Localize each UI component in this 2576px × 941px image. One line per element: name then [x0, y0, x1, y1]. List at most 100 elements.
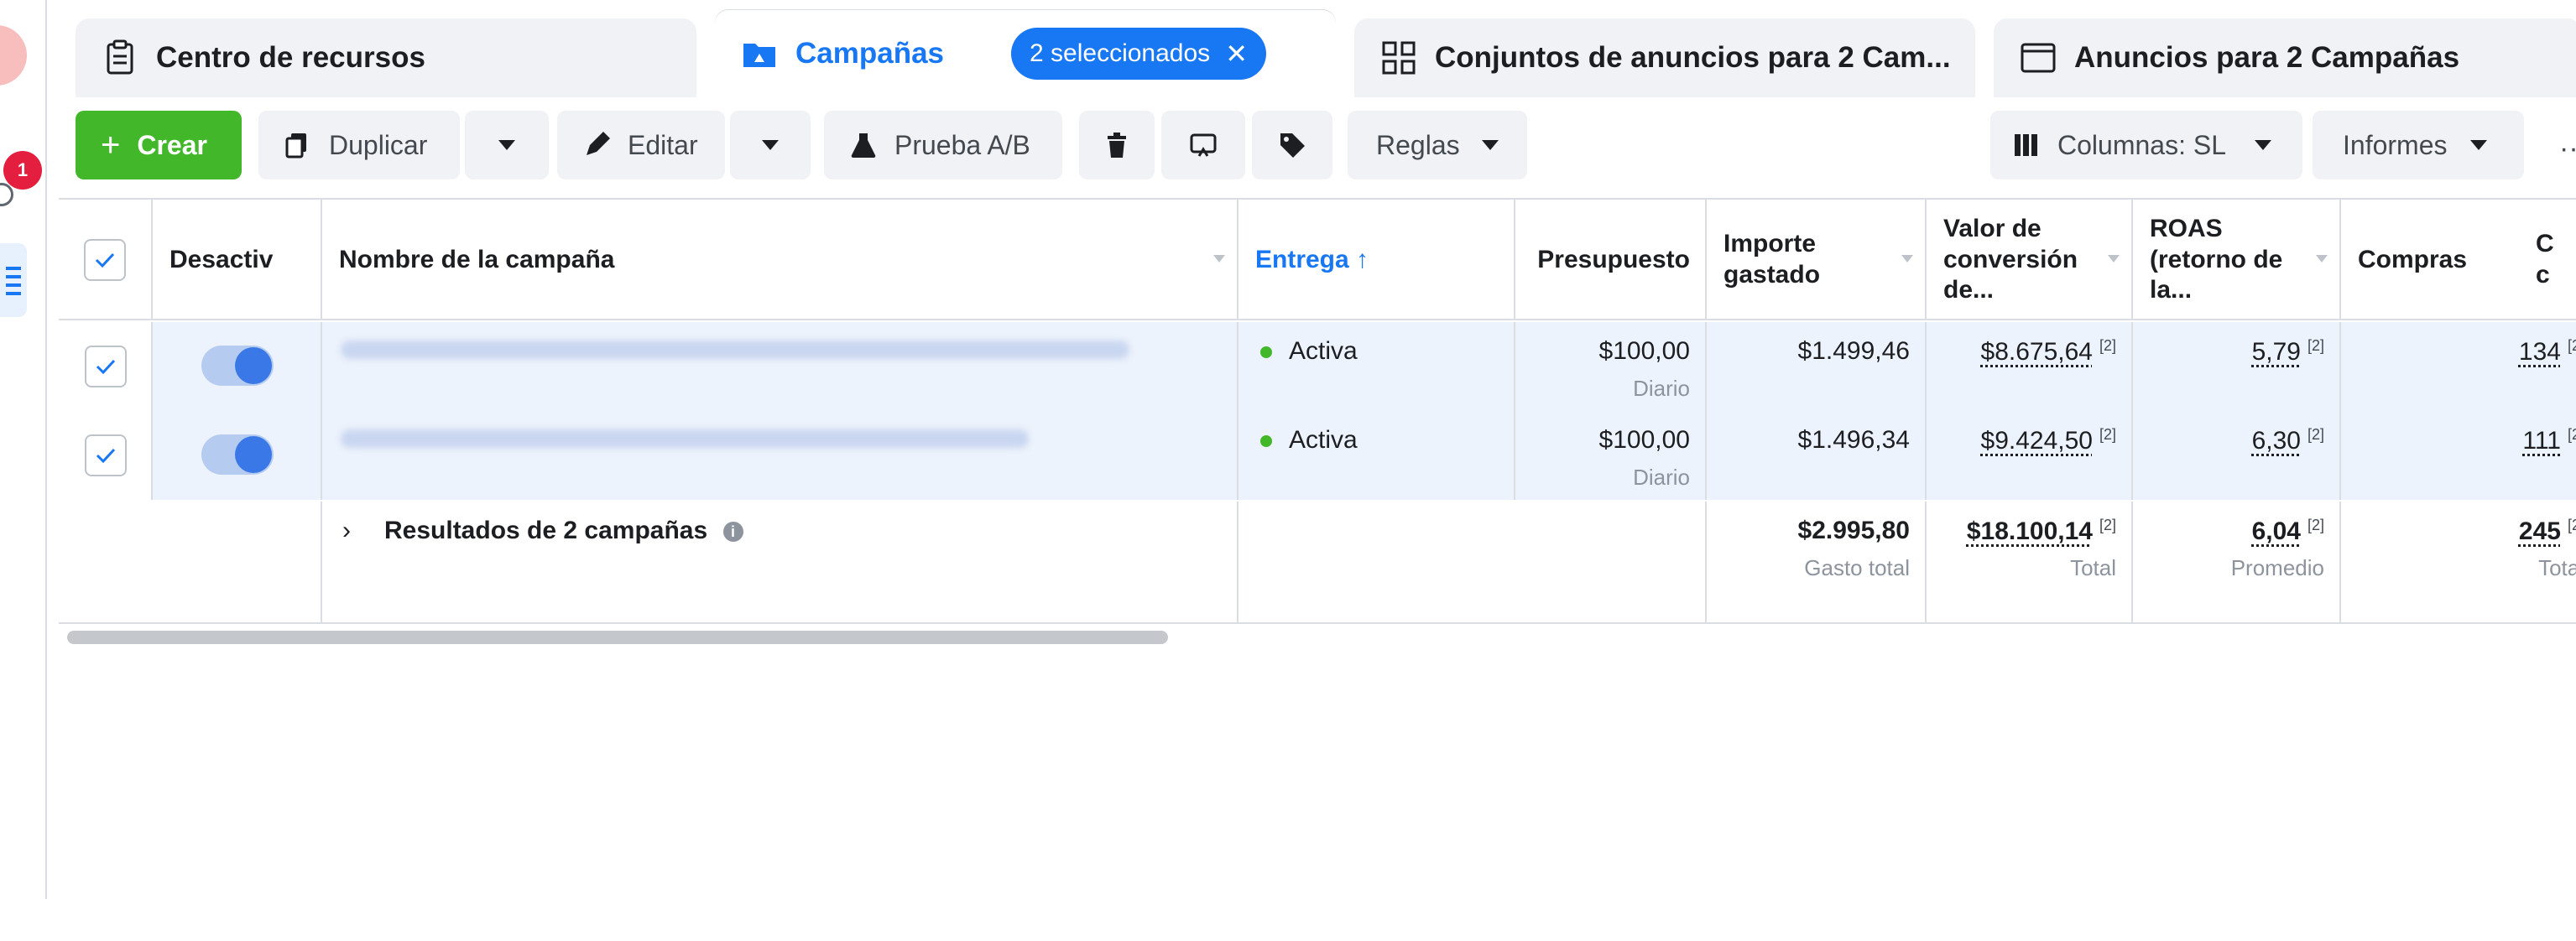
edit-button[interactable]: Editar	[557, 111, 725, 179]
sort-icon[interactable]	[2108, 255, 2120, 263]
preview-icon	[1190, 133, 1217, 157]
create-button[interactable]: + Crear	[76, 111, 242, 179]
flask-icon	[851, 133, 876, 159]
conversion-value[interactable]: $8.675,64	[1981, 338, 2093, 366]
blurred-campaign-name	[341, 341, 1129, 359]
row-checkbox[interactable]	[85, 346, 127, 387]
selected-count-pill[interactable]: 2 seleccionados ✕	[1011, 28, 1266, 80]
header-off[interactable]: Desactiv	[153, 200, 322, 320]
tab-ads[interactable]: Anuncios para 2 Campañas	[1994, 18, 2576, 97]
budget-period: Diario	[1633, 376, 1690, 401]
tab-label: Anuncios para 2 Campañas	[2074, 41, 2460, 74]
preview-button[interactable]	[1161, 111, 1245, 179]
campaigns-table: Desactiv Nombre de la campaña Entrega ↑ …	[59, 198, 2576, 642]
average-roas[interactable]: 6,04	[2252, 517, 2301, 545]
roas-value[interactable]: 5,79	[2252, 338, 2301, 366]
amount-spent: $1.496,34	[1797, 426, 1910, 454]
status-dot-icon	[1260, 346, 1272, 359]
header-conversion-value[interactable]: Valor de conversión de...	[1927, 200, 2133, 320]
pencil-icon	[587, 132, 610, 155]
trash-icon	[1108, 133, 1126, 158]
selected-count-label: 2 seleccionados	[1030, 39, 1211, 67]
nav-campaigns-list[interactable]	[0, 243, 27, 317]
campaign-toggle[interactable]	[201, 346, 274, 386]
tab-ad-sets[interactable]: Conjuntos de anuncios para 2 Cam...	[1354, 18, 1975, 97]
total-amount-spent: $2.995,80	[1797, 517, 1910, 544]
chevron-down-icon	[762, 140, 779, 150]
chevron-down-icon	[498, 140, 515, 150]
info-icon[interactable]: i	[722, 522, 743, 543]
notification-badge: 1	[3, 151, 42, 190]
close-icon[interactable]: ✕	[1225, 38, 1248, 70]
header-campaign-name[interactable]: Nombre de la campaña	[322, 200, 1238, 320]
campaign-toggle[interactable]	[201, 434, 274, 475]
chevron-down-icon	[2470, 140, 2488, 150]
total-purchases-label: Total	[2538, 555, 2576, 580]
totals-expand-button[interactable]: › Resultados de 2 campañas i	[342, 517, 743, 545]
header-amount-spent[interactable]: Importe gastado	[1707, 200, 1927, 320]
bottom-strip	[0, 899, 2576, 941]
duplicate-button[interactable]: Duplicar	[258, 111, 460, 179]
reports-button[interactable]: Informes	[2313, 111, 2524, 179]
check-icon	[96, 448, 116, 464]
plus-icon: +	[101, 126, 121, 164]
header-delivery[interactable]: Entrega ↑	[1238, 200, 1515, 320]
totals-row: › Resultados de 2 campañas i $2.995,80 Ga…	[59, 502, 2576, 624]
table-row[interactable]: Activa $100,00 Diario $1.499,46 $8.675,6…	[59, 322, 2576, 411]
more-options-icon[interactable]: ··	[2559, 133, 2576, 165]
blurred-campaign-name	[341, 429, 1029, 448]
header-budget[interactable]: Presupuesto	[1515, 200, 1707, 320]
total-spent-label: Gasto total	[1804, 555, 1910, 580]
duplicate-icon	[285, 133, 306, 159]
purchases-value[interactable]: 134	[2519, 338, 2561, 366]
duplicate-dropdown-button[interactable]	[465, 111, 549, 179]
campaign-name-cell[interactable]	[322, 411, 1238, 500]
budget-value[interactable]: $100,00	[1599, 337, 1690, 366]
tab-label: Campañas	[795, 37, 945, 70]
left-rail: 1	[0, 0, 47, 899]
average-roas-label: Promedio	[2230, 555, 2324, 580]
tab-campaigns[interactable]: Campañas 2 seleccionados ✕	[715, 10, 1336, 97]
ad-frame-icon	[2019, 39, 2057, 77]
columns-icon	[2015, 134, 2037, 156]
status-dot-icon	[1260, 435, 1272, 448]
delivery-status: Activa	[1289, 426, 1358, 454]
total-conversion-value[interactable]: $18.100,14	[1967, 517, 2093, 545]
table-row[interactable]: Activa $100,00 Diario $1.496,34 $9.424,5…	[59, 411, 2576, 500]
conversion-value[interactable]: $9.424,50	[1981, 427, 2093, 455]
tab-label: Centro de recursos	[156, 41, 425, 74]
amount-spent: $1.499,46	[1797, 337, 1910, 365]
horizontal-scrollbar[interactable]	[67, 631, 1168, 644]
budget-value[interactable]: $100,00	[1599, 426, 1690, 455]
columns-button[interactable]: Columnas: SL	[1990, 111, 2302, 179]
sort-icon[interactable]	[1213, 255, 1225, 263]
row-checkbox[interactable]	[85, 434, 127, 476]
budget-period: Diario	[1633, 465, 1690, 490]
edit-dropdown-button[interactable]	[730, 111, 811, 179]
purchases-value[interactable]: 111	[2522, 427, 2561, 455]
check-icon	[96, 359, 116, 375]
select-all-checkbox[interactable]	[84, 239, 126, 281]
delivery-status: Activa	[1289, 337, 1358, 365]
total-purchases[interactable]: 245	[2519, 517, 2561, 545]
rules-button[interactable]: Reglas	[1348, 111, 1527, 179]
grid-icon	[1379, 39, 1418, 77]
total-conv-label: Total	[2070, 555, 2116, 580]
ab-test-button[interactable]: Prueba A/B	[824, 111, 1062, 179]
list-icon	[6, 267, 21, 295]
tag-button[interactable]	[1252, 111, 1332, 179]
roas-value[interactable]: 6,30	[2252, 427, 2301, 455]
campaign-name-cell[interactable]	[322, 322, 1238, 411]
header-roas[interactable]: ROAS (retorno de la...	[2133, 200, 2341, 320]
chevron-down-icon	[1481, 140, 1499, 150]
delete-button[interactable]	[1079, 111, 1155, 179]
folder-icon	[740, 34, 779, 73]
sort-icon[interactable]	[1901, 255, 1913, 263]
header-extra[interactable]: Cc	[2519, 200, 2576, 320]
table-header: Desactiv Nombre de la campaña Entrega ↑ …	[59, 198, 2576, 320]
tab-resource-center[interactable]: Centro de recursos	[76, 18, 696, 97]
profile-avatar[interactable]	[0, 25, 27, 86]
sort-icon[interactable]	[2316, 255, 2328, 263]
totals-label: Resultados de 2 campañas	[384, 517, 708, 544]
check-icon	[95, 252, 115, 268]
